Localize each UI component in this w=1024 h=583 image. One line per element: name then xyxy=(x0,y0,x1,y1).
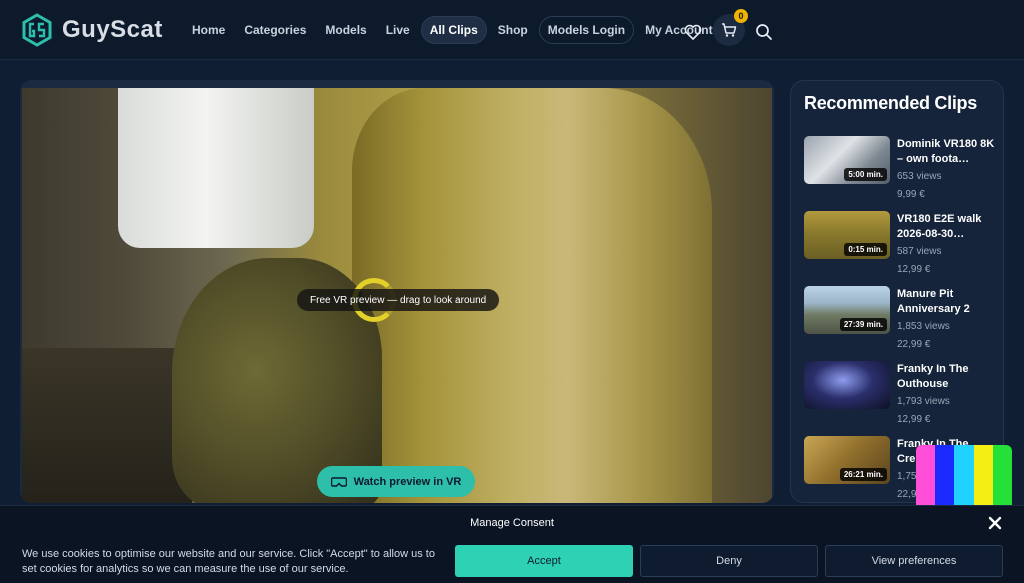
clip-duration: 5:00 min. xyxy=(844,168,887,181)
clip-price: 12,99 € xyxy=(897,264,931,275)
accept-button[interactable]: Accept xyxy=(455,545,633,577)
nav-categories[interactable]: Categories xyxy=(236,17,314,43)
clip-title[interactable]: VR180 E2E walk 2026-08-30… xyxy=(897,212,997,242)
site-header: GuyScat Home Categories Models Live All … xyxy=(0,0,1024,60)
nav-live[interactable]: Live xyxy=(378,17,418,43)
cart-icon xyxy=(722,23,737,37)
nav-shop[interactable]: Shop xyxy=(490,17,536,43)
clip-duration: 27:39 min. xyxy=(839,318,887,331)
clip-title[interactable]: Dominik VR180 8K – own foota… xyxy=(897,137,997,167)
recommended-clips-panel: Recommended Clips 5:00 min. Dominik VR18… xyxy=(790,80,1004,503)
list-item[interactable]: Franky In The Outhouse 1,793 views 12,99… xyxy=(804,361,1000,433)
recommended-clips-title: Recommended Clips xyxy=(804,93,977,113)
clip-thumbnail[interactable]: 5:00 min. xyxy=(804,136,890,184)
clip-duration: 26:21 min. xyxy=(839,468,887,481)
clip-views: 587 views xyxy=(897,246,942,257)
clip-views: 1,853 views xyxy=(897,321,950,332)
vr-headset-icon xyxy=(330,476,347,487)
clip-price: 9,99 € xyxy=(897,189,925,200)
clip-thumbnail[interactable]: 26:21 min. xyxy=(804,436,890,484)
cart-count-badge: 0 xyxy=(734,9,748,23)
cart-button[interactable]: 0 xyxy=(713,9,748,46)
clip-price: 12,99 € xyxy=(897,414,931,425)
clip-thumbnail[interactable]: 0:15 min. xyxy=(804,211,890,259)
search-icon[interactable] xyxy=(755,23,773,41)
nav-models-login[interactable]: Models Login xyxy=(538,16,635,44)
scene-bucket xyxy=(118,88,314,248)
view-preferences-button[interactable]: View preferences xyxy=(825,545,1003,577)
clip-thumbnail[interactable] xyxy=(804,361,890,409)
consent-text: We use cookies to optimise our website a… xyxy=(22,548,435,575)
nav-models[interactable]: Models xyxy=(317,17,374,43)
nav-home[interactable]: Home xyxy=(184,17,233,43)
heart-icon[interactable] xyxy=(683,22,703,42)
clip-title[interactable]: Franky In The Outhouse xyxy=(897,362,997,392)
main-nav: Home Categories Models Live All Clips Sh… xyxy=(184,16,724,44)
color-bars-overlay xyxy=(916,445,1012,511)
logo[interactable]: GuyScat xyxy=(20,13,163,47)
list-item[interactable]: 0:15 min. VR180 E2E walk 2026-08-30… 587… xyxy=(804,211,1000,283)
clip-views: 1,793 views xyxy=(897,396,950,407)
deny-button[interactable]: Deny xyxy=(640,545,818,577)
clip-title[interactable]: Manure Pit Anniversary 2 xyxy=(897,287,997,317)
clip-price: 22,99 € xyxy=(897,339,931,350)
watch-in-vr-button[interactable]: Watch preview in VR xyxy=(317,466,475,497)
clip-views: 653 views xyxy=(897,171,942,182)
nav-all-clips[interactable]: All Clips xyxy=(420,16,487,44)
scene-floor xyxy=(22,348,192,503)
clip-duration: 0:15 min. xyxy=(844,243,887,256)
brand-name: GuyScat xyxy=(62,16,163,43)
vr-drag-hint: Free VR preview — drag to look around xyxy=(297,289,500,311)
close-icon[interactable] xyxy=(987,515,1003,531)
list-item[interactable]: 27:39 min. Manure Pit Anniversary 2 1,85… xyxy=(804,286,1000,358)
clip-thumbnail[interactable]: 27:39 min. xyxy=(804,286,890,334)
list-item[interactable]: 5:00 min. Dominik VR180 8K – own foota… … xyxy=(804,136,1000,208)
watch-in-vr-label: Watch preview in VR xyxy=(353,475,462,488)
consent-title: Manage Consent xyxy=(470,517,554,529)
header-icons: 0 xyxy=(683,9,773,48)
gs-hex-logo-icon xyxy=(22,13,52,47)
